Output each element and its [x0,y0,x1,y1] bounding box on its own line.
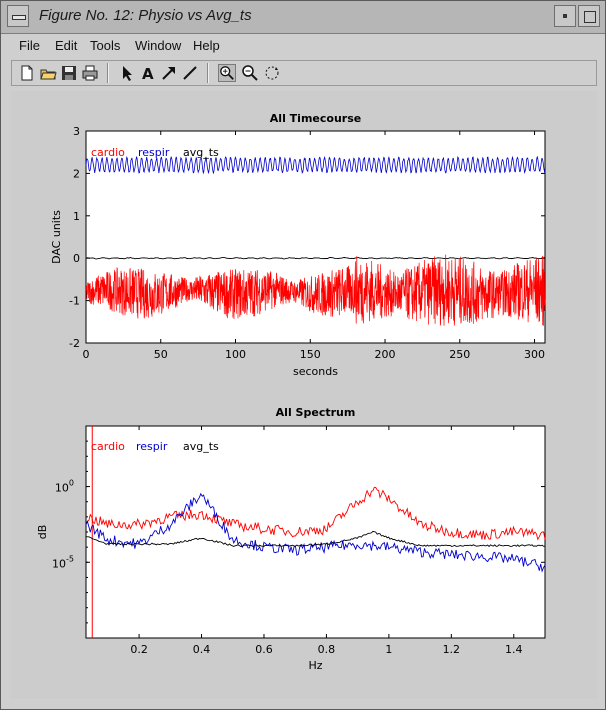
spectrum-xtick-label: 0.2 [130,643,148,656]
arrow-tool-icon[interactable] [160,64,178,82]
toolbar: A [11,60,597,86]
spectrum-legend-cardio: cardio [91,440,125,453]
menu-window[interactable]: Window [135,38,181,53]
spectrum-legend-respir: respir [136,440,168,453]
spectrum-xtick-label: 0.6 [255,643,273,656]
plots-svg: All Timecourse seconds DAC units 0 50 100 150 2… [36,112,546,672]
timecourse-ytick-label: -2 [69,337,80,350]
spectrum-xtick-label: 1.4 [505,643,523,656]
line-tool-icon[interactable] [181,64,199,82]
minimize-icon[interactable] [554,5,576,27]
text-tool-icon[interactable]: A [139,64,157,82]
menu-file[interactable]: File [19,38,40,53]
spectrum-xtick-label: 0.4 [193,643,211,656]
spectrum-xtick-label: 0.8 [318,643,336,656]
spectrum-xtick-label: 1 [385,643,392,656]
rotate-icon[interactable] [263,64,281,82]
window-menu-icon[interactable] [7,5,29,27]
title-bar[interactable]: Figure No. 12: Physio vs Avg_ts [1,1,605,34]
timecourse-ytick-label: 3 [73,125,80,138]
timecourse-xtick-label: 250 [449,348,470,361]
print-icon[interactable] [81,64,99,82]
timecourse-xtick-label: 200 [375,348,396,361]
spectrum-ytick-label: 10-5 [52,554,74,570]
menu-edit[interactable]: Edit [55,38,77,53]
timecourse-ylabel: DAC units [50,210,63,264]
timecourse-xtick-label: 300 [524,348,545,361]
timecourse-title: All Timecourse [270,112,361,125]
timecourse-legend-avg_ts: avg_ts [183,146,219,159]
toolbar-separator [107,63,109,83]
timecourse-ytick-label: 2 [73,167,80,180]
timecourse-ytick-label: 1 [73,210,80,223]
zoom-out-icon[interactable] [241,64,259,82]
spectrum-legend-avg_ts: avg_ts [183,440,219,453]
timecourse-ytick-label: 0 [73,252,80,265]
timecourse-xtick-label: 100 [225,348,246,361]
menu-bar: File Edit Tools Window Help [1,34,605,58]
timecourse-legend-cardio: cardio [91,146,125,159]
svg-text:A: A [142,65,154,82]
spectrum-ytick-label: 100 [55,479,74,495]
spectrum-xlabel: Hz [308,659,322,672]
timecourse-xlabel: seconds [293,365,338,378]
maximize-icon[interactable] [578,5,600,27]
spectrum-ylabel: dB [36,525,49,540]
timecourse-legend-respir: respir [138,146,170,159]
spectrum-title: All Spectrum [276,406,356,419]
toolbar-separator [207,63,209,83]
timecourse-xtick-label: 150 [300,348,321,361]
timecourse-xtick-label: 0 [83,348,90,361]
arrow-select-icon[interactable] [118,64,136,82]
figure-canvas: All Timecourse seconds DAC units 0 50 100 150 2… [11,91,597,699]
timecourse-ytick-label: -1 [69,295,80,308]
menu-tools[interactable]: Tools [90,38,120,53]
figure-window: Figure No. 12: Physio vs Avg_ts File Edi… [0,0,606,710]
open-folder-icon[interactable] [39,64,57,82]
spectrum-xtick-label: 1.2 [443,643,461,656]
menu-help[interactable]: Help [193,38,220,53]
save-icon[interactable] [60,64,78,82]
zoom-in-icon[interactable] [218,64,236,82]
window-title: Figure No. 12: Physio vs Avg_ts [39,7,252,24]
new-file-icon[interactable] [18,64,36,82]
timecourse-xtick-label: 50 [154,348,168,361]
